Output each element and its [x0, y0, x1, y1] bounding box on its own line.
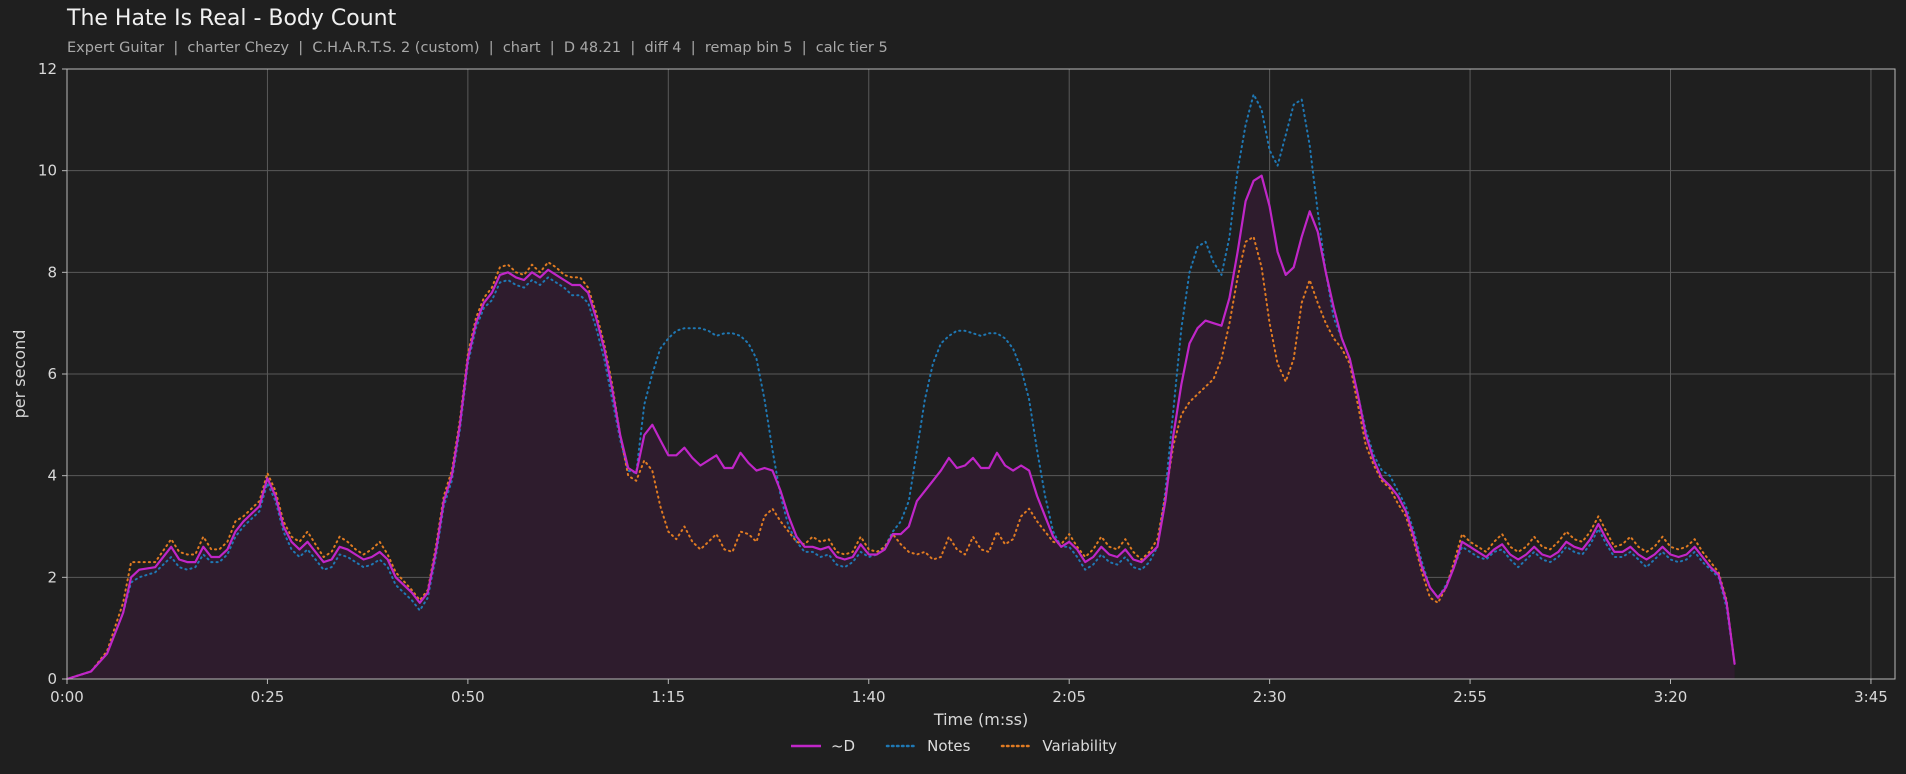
legend-swatch-notes: [885, 744, 919, 748]
x-tick-label: 2:30: [1253, 688, 1287, 706]
x-tick-label: 2:05: [1052, 688, 1086, 706]
legend-swatch-variability: [1001, 744, 1034, 748]
y-tick-label: 8: [47, 263, 57, 281]
legend-label-d: ~D: [830, 737, 856, 755]
legend: ~D Notes Variability: [0, 737, 1906, 755]
y-axis-label: per second: [10, 330, 29, 419]
y-tick-label: 0: [47, 670, 57, 688]
x-tick-label: 3:45: [1854, 688, 1888, 706]
legend-label-variability: Variability: [1042, 737, 1118, 755]
legend-label-notes: Notes: [927, 737, 971, 755]
area-fill: [67, 175, 1735, 679]
x-tick-label: 1:15: [651, 688, 685, 706]
x-axis-label: Time (m:ss): [933, 710, 1028, 729]
y-tick-label: 10: [38, 162, 57, 180]
y-tick-label: 4: [47, 467, 57, 485]
x-tick-label: 2:55: [1453, 688, 1487, 706]
legend-item-d: ~D: [789, 737, 855, 755]
legend-swatch-d: [790, 744, 821, 748]
line-chart: 0:00 0:25 0:50 1:15 1:40 2:05 2:30 2:55 3:20 3:45…: [10, 60, 1896, 729]
x-tick-label: 0:25: [251, 688, 285, 706]
legend-item-notes: Notes: [885, 737, 970, 755]
y-tick-label: 6: [47, 365, 57, 383]
y-tick-label: 12: [38, 60, 57, 78]
y-tick-label: 2: [47, 568, 57, 586]
x-tick-label: 0:50: [451, 688, 485, 706]
legend-item-variability: Variability: [1000, 737, 1117, 755]
x-tick-label: 1:40: [852, 688, 886, 706]
area-fill-d: [67, 175, 1735, 679]
x-tick-label: 3:20: [1654, 688, 1688, 706]
x-tick-label: 0:00: [50, 688, 84, 706]
